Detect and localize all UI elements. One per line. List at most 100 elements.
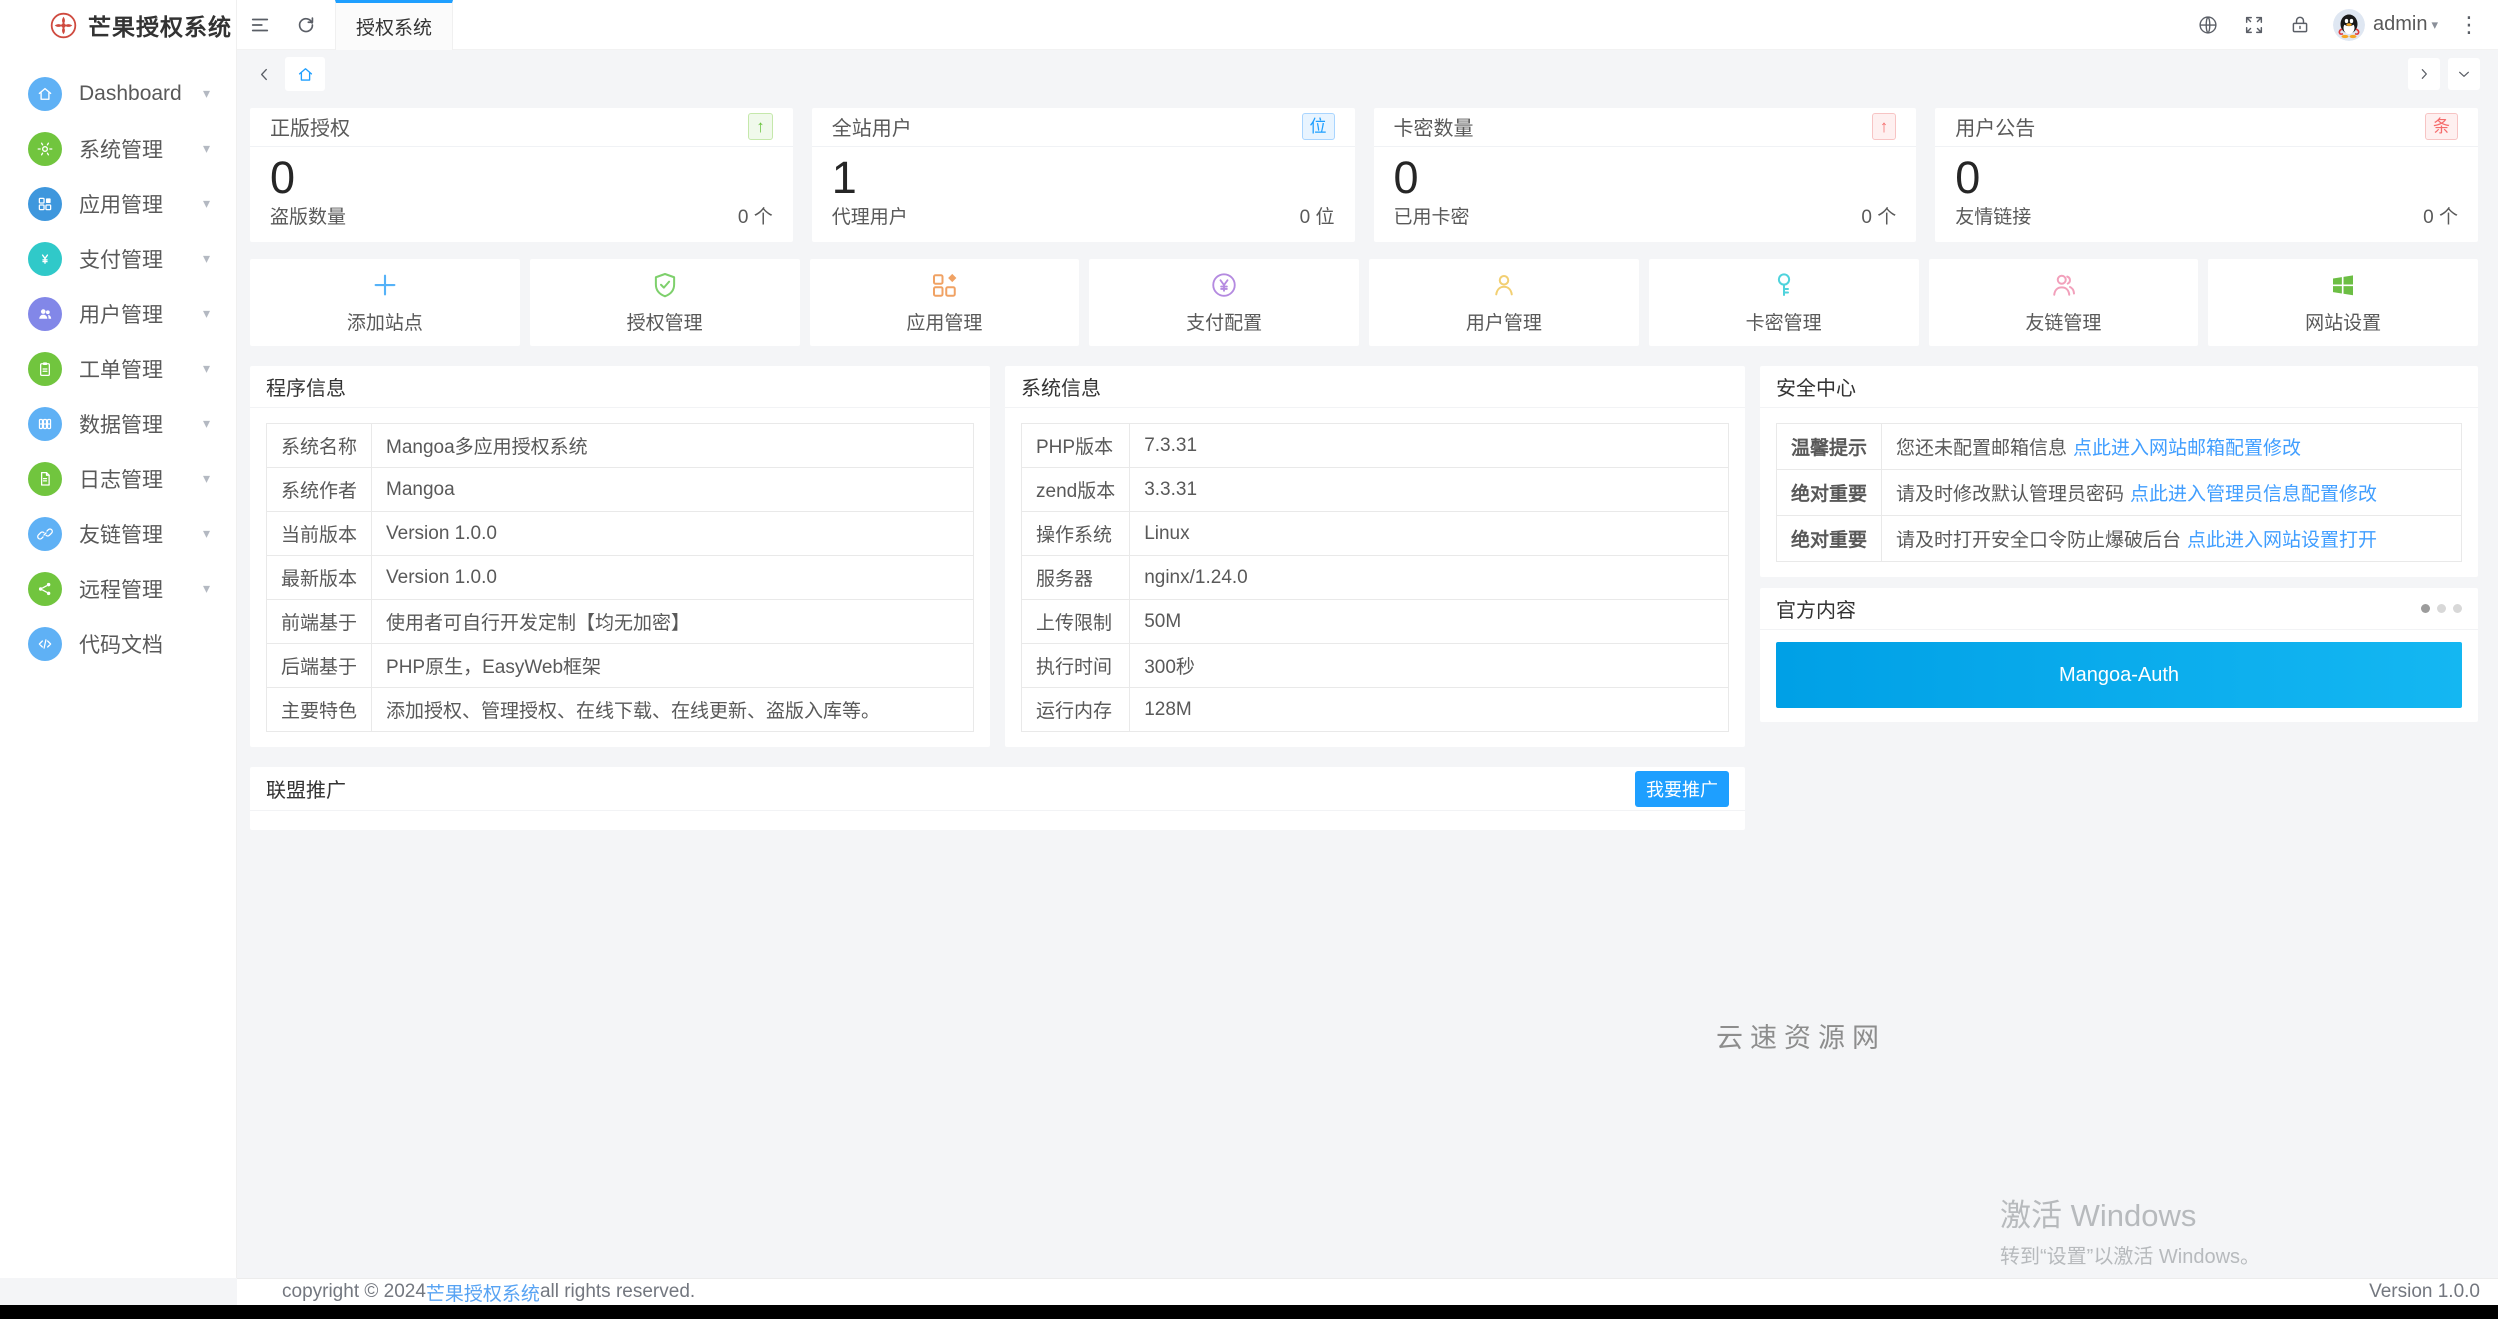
stat-card-announcements: 用户公告 条 0 友情链接 0 个: [1935, 108, 2478, 242]
carousel-dot[interactable]: [2421, 604, 2430, 613]
table-row: 操作系统 Linux: [1020, 511, 1729, 556]
tab-home[interactable]: [285, 57, 325, 91]
topbar: 授权系统 admin ▾ ⋮: [237, 0, 2498, 50]
action-site-settings[interactable]: 网站设置: [2208, 259, 2478, 346]
sidebar-item-label: 数据管理: [79, 413, 163, 437]
table-row: 前端基于 使用者可自行开发定制【均无加密】: [265, 599, 974, 644]
sidebar-item-tickets[interactable]: 工单管理 ▾: [0, 341, 236, 396]
tab-auth-system[interactable]: 授权系统: [335, 0, 454, 50]
yen-circle-icon: [1212, 273, 1236, 297]
sidebar-toggle-icon[interactable]: [237, 0, 283, 50]
security-link[interactable]: 点此进入网站邮箱配置修改: [2073, 438, 2301, 459]
sidebar-item-remote[interactable]: 远程管理 ▾: [0, 561, 236, 616]
stat-foot-value: 0 个: [2423, 207, 2458, 228]
logo-emblem-icon: [50, 12, 77, 38]
sidebar-item-links[interactable]: 友链管理 ▾: [0, 506, 236, 561]
stat-foot-label: 已用卡密: [1393, 207, 1470, 228]
action-license-manage[interactable]: 授权管理: [529, 259, 800, 346]
tabs-scroll-left-icon[interactable]: [251, 59, 277, 89]
official-banner[interactable]: Mangoa-Auth: [1776, 642, 2462, 708]
tabs-scroll-right-icon[interactable]: [2408, 58, 2440, 90]
user-menu[interactable]: admin ▾: [2373, 13, 2438, 36]
sidebar-item-label: 远程管理: [79, 578, 163, 602]
refresh-icon[interactable]: [283, 0, 329, 50]
sidebar-item-label: 友链管理: [79, 523, 163, 547]
key-icon: [1777, 273, 1790, 296]
windows-icon: [2333, 275, 2354, 296]
lock-icon[interactable]: [2277, 0, 2323, 50]
carousel-dot[interactable]: [2453, 604, 2462, 613]
language-globe-icon[interactable]: [2185, 0, 2231, 50]
document-icon: [28, 461, 62, 496]
people-icon: [2053, 274, 2076, 296]
table-row: 主要特色 添加授权、管理授权、在线下载、在线更新、盗版入库等。: [265, 687, 974, 732]
action-label: 网站设置: [2305, 313, 2382, 334]
yen-icon: [28, 241, 62, 276]
action-payment-config[interactable]: 支付配置: [1089, 259, 1359, 346]
sidebar-item-label: 支付管理: [79, 248, 163, 272]
system-info-panel: 系统信息 PHP版本 7.3.31 zend版本 3.3.31 操作系统 Linux …: [1005, 366, 1745, 747]
stat-card-licenses: 正版授权 ↑ 0 盗版数量 0 个: [250, 108, 793, 242]
stat-foot-value: 0 个: [1861, 207, 1897, 228]
logo: 芒果授权系统: [0, 0, 236, 50]
home-icon: [28, 76, 62, 111]
sidebar-item-label: 日志管理: [79, 468, 163, 492]
action-label: 支付配置: [1186, 313, 1263, 334]
version-label: Version 1.0.0: [2369, 1281, 2480, 1302]
home-icon: [298, 67, 312, 81]
security-table: 温馨提示 您还未配置邮箱信息 点此进入网站邮箱配置修改 绝对重要 请及时修改默认管…: [1775, 423, 2462, 562]
sidebar-item-apps[interactable]: 应用管理 ▾: [0, 176, 236, 231]
action-label: 卡密管理: [1745, 313, 1822, 334]
promote-button[interactable]: 我要推广: [1635, 770, 1729, 807]
sidebar-item-logs[interactable]: 日志管理 ▾: [0, 451, 236, 506]
fullscreen-icon[interactable]: [2231, 0, 2277, 50]
database-icon: [28, 406, 62, 441]
more-menu-icon[interactable]: ⋮: [2438, 12, 2498, 38]
stat-value: 0: [270, 151, 296, 203]
stat-foot-value: 0 位: [1299, 207, 1335, 228]
stat-badge: 条: [2425, 113, 2458, 141]
carousel-dot[interactable]: [2437, 604, 2446, 613]
promo-panel: 联盟推广 我要推广: [250, 767, 1745, 830]
sidebar-item-dashboard[interactable]: Dashboard ▾: [0, 66, 236, 121]
system-info-table: PHP版本 7.3.31 zend版本 3.3.31 操作系统 Linux 服务器 ng…: [1020, 423, 1729, 732]
stat-foot-label: 代理用户: [831, 207, 908, 228]
carousel-dots: [2421, 604, 2462, 613]
footer: copyright © 2024 芒果授权系统 all rights reser…: [237, 1278, 2498, 1305]
stat-badge: ↑: [748, 113, 773, 141]
action-card-manage[interactable]: 卡密管理: [1648, 259, 1919, 346]
table-row: 绝对重要 请及时打开安全口令防止爆破后台 点此进入网站设置打开: [1775, 515, 2462, 562]
security-link[interactable]: 点此进入网站设置打开: [2187, 530, 2377, 551]
stat-foot-label: 盗版数量: [270, 207, 347, 228]
table-row: 当前版本 Version 1.0.0: [265, 511, 974, 556]
official-content-panel: 官方内容 Mangoa-Auth: [1760, 588, 2478, 722]
table-row: 运行内存 128M: [1020, 687, 1729, 732]
tabs-menu-icon[interactable]: [2448, 58, 2480, 90]
stat-card-users: 全站用户 位 1 代理用户 0 位: [811, 108, 1355, 242]
security-link[interactable]: 点此进入管理员信息配置修改: [2130, 484, 2377, 505]
chevron-down-icon: ▾: [202, 360, 210, 376]
copyright-link[interactable]: 芒果授权系统: [426, 1279, 540, 1306]
action-label: 授权管理: [626, 313, 703, 334]
panel-title: 官方内容: [1776, 600, 1856, 622]
table-row: 温馨提示 您还未配置邮箱信息 点此进入网站邮箱配置修改: [1775, 423, 2462, 470]
sidebar-item-docs[interactable]: 代码文档: [0, 616, 236, 671]
action-label: 用户管理: [1465, 313, 1542, 334]
code-icon: [28, 626, 62, 661]
sidebar-item-system[interactable]: 系统管理 ▾: [0, 121, 236, 176]
action-add-site[interactable]: 添加站点: [250, 259, 520, 346]
action-label: 友链管理: [2025, 313, 2102, 334]
sidebar-item-payment[interactable]: 支付管理 ▾: [0, 231, 236, 286]
action-user-manage[interactable]: 用户管理: [1369, 259, 1639, 346]
share-icon: [28, 571, 62, 606]
avatar[interactable]: [2332, 8, 2365, 41]
users-icon: [28, 296, 62, 331]
panel-title: 联盟推广: [266, 780, 346, 802]
action-friend-links[interactable]: 友链管理: [1928, 259, 2199, 346]
action-app-manage[interactable]: 应用管理: [809, 259, 1080, 346]
sidebar-item-data[interactable]: 数据管理 ▾: [0, 396, 236, 451]
panel-title: 系统信息: [1005, 366, 1745, 408]
sidebar-nav: Dashboard ▾ 系统管理 ▾ 应用管理 ▾ 支付管理 ▾ 用户管理 ▾ …: [0, 50, 236, 671]
sidebar-item-users[interactable]: 用户管理 ▾: [0, 286, 236, 341]
sidebar-item-label: Dashboard: [79, 81, 182, 105]
